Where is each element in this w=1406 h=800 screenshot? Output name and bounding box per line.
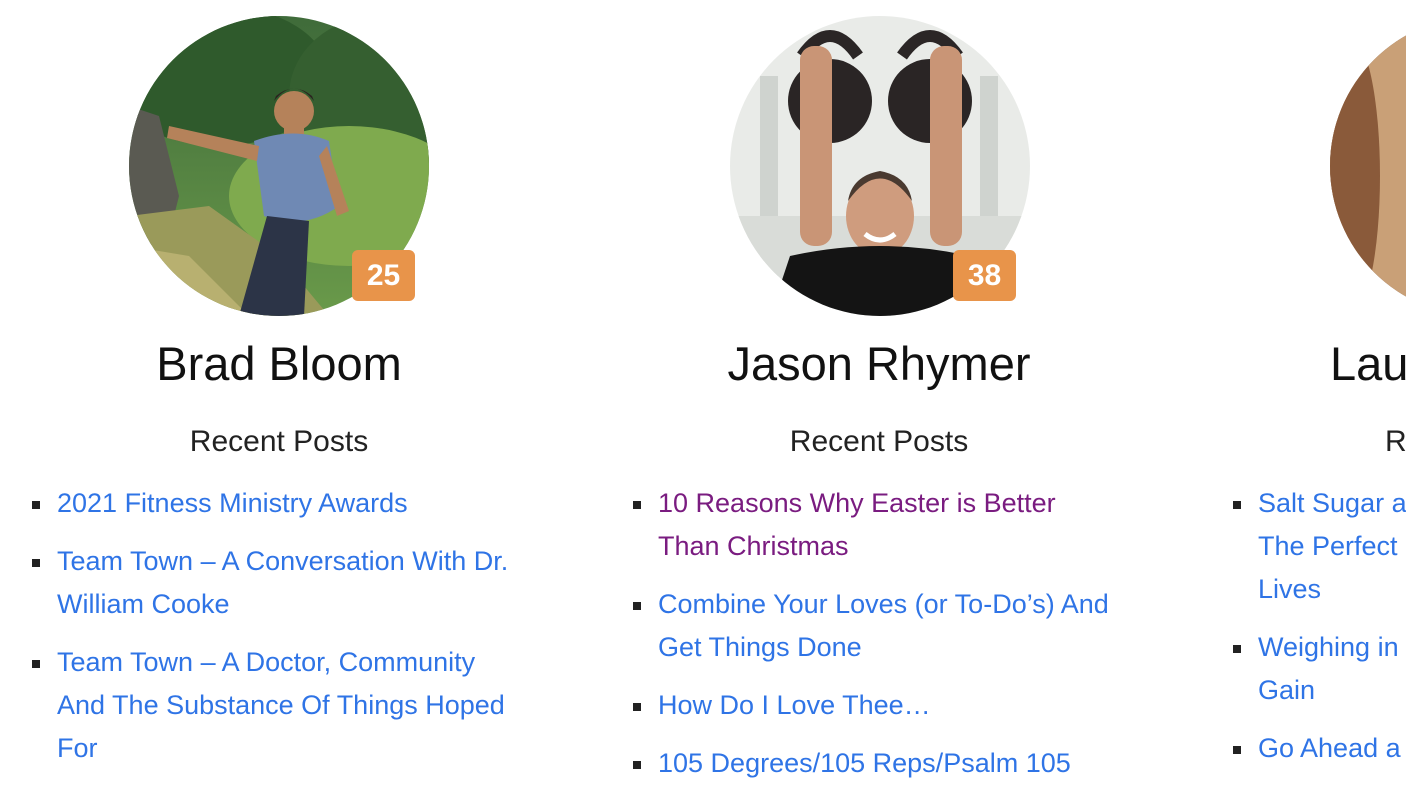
list-item: How Do I Love Thee… — [633, 684, 1118, 727]
list-item: 105 Degrees/105 Reps/Psalm 105 — [633, 742, 1118, 785]
list-item: Team Town – A Doctor, Community And The … — [32, 641, 517, 770]
list-item: Salt Sugar a — [1233, 482, 1406, 525]
post-link[interactable]: 2021 Fitness Ministry Awards — [57, 488, 408, 518]
bullet-icon — [633, 602, 641, 610]
recent-posts-list: 10 Reasons Why Easter is Better Than Chr… — [633, 482, 1118, 800]
post-link[interactable]: The Perfect — [1258, 531, 1398, 561]
list-item-continued: Gain — [1258, 669, 1406, 712]
bullet-icon — [32, 660, 40, 668]
post-count-badge: 25 — [352, 250, 415, 301]
author-name[interactable]: Jason Rhymer — [579, 336, 1179, 392]
post-link[interactable]: Lives — [1258, 574, 1321, 604]
author-avatar-wrap[interactable] — [1330, 16, 1406, 316]
bullet-icon — [633, 703, 641, 711]
post-link[interactable]: Salt Sugar a — [1258, 488, 1406, 518]
list-item: Combine Your Loves (or To-Do’s) And Get … — [633, 583, 1118, 669]
bullet-icon — [633, 761, 641, 769]
list-item: Weighing in — [1233, 626, 1406, 669]
recent-posts-list: 2021 Fitness Ministry Awards Team Town –… — [32, 482, 517, 785]
author-name[interactable]: Brad Bloom — [0, 336, 579, 392]
list-item: 2021 Fitness Ministry Awards — [32, 482, 517, 525]
list-item-continued: Lives — [1258, 568, 1406, 611]
bullet-icon — [32, 559, 40, 567]
list-item: Go Ahead a — [1233, 727, 1406, 770]
bullet-icon — [1233, 645, 1241, 653]
post-link[interactable]: Gain — [1258, 675, 1315, 705]
bullet-icon — [1233, 746, 1241, 754]
author-avatar[interactable] — [1330, 16, 1406, 316]
list-item: 10 Reasons Why Easter is Better Than Chr… — [633, 482, 1118, 568]
post-link[interactable]: Go Ahead a — [1258, 733, 1401, 763]
post-link[interactable]: 10 Reasons Why Easter is Better Than Chr… — [658, 488, 1056, 561]
author-avatar-wrap[interactable]: 25 — [129, 16, 429, 316]
bullet-icon — [32, 501, 40, 509]
recent-posts-heading: R — [1385, 425, 1406, 458]
recent-posts-list: Salt Sugar a The Perfect Lives Weighing … — [1233, 482, 1406, 774]
post-count-badge: 38 — [953, 250, 1016, 301]
post-link[interactable]: Weighing in — [1258, 632, 1399, 662]
author-card-partial: Lau R Salt Sugar a The Perfect Lives Wei… — [1180, 0, 1406, 774]
author-avatar-wrap[interactable]: 38 — [730, 16, 1030, 316]
recent-posts-heading: Recent Posts — [189, 425, 369, 458]
bullet-icon — [1233, 501, 1241, 509]
author-name[interactable]: Lau — [1330, 336, 1406, 392]
post-link[interactable]: Combine Your Loves (or To-Do’s) And Get … — [658, 589, 1109, 662]
recent-posts-heading: Recent Posts — [789, 425, 969, 458]
avatar-photo — [1330, 16, 1406, 316]
list-item-continued: The Perfect — [1258, 525, 1406, 568]
post-link[interactable]: Team Town – A Doctor, Community And The … — [57, 647, 505, 763]
list-item: Team Town – A Conversation With Dr. Will… — [32, 540, 517, 626]
post-link[interactable]: How Do I Love Thee… — [658, 690, 931, 720]
bullet-icon — [633, 501, 641, 509]
post-link[interactable]: Team Town – A Conversation With Dr. Will… — [57, 546, 508, 619]
